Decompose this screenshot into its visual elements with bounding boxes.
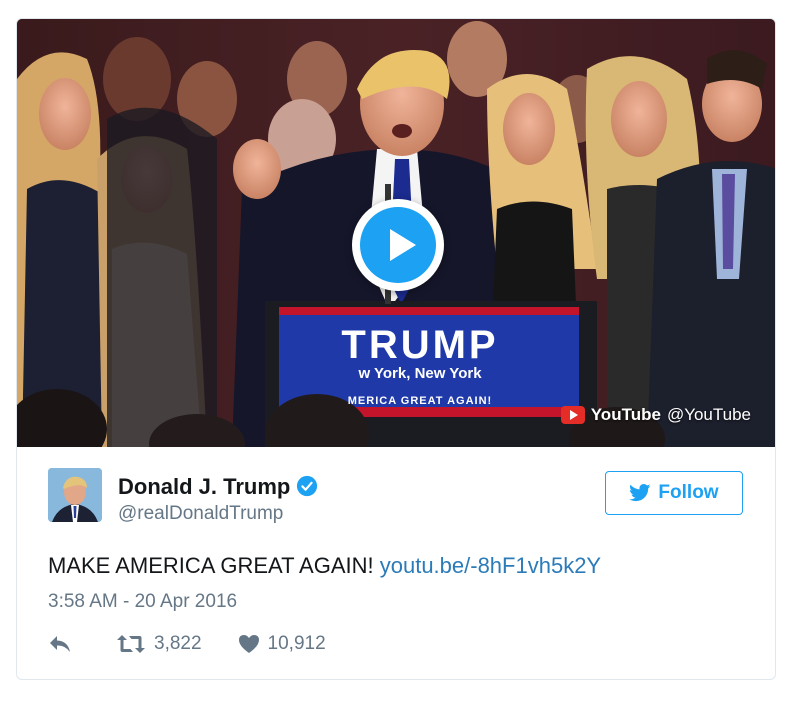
retweet-icon xyxy=(117,635,145,653)
tweet-actions: 3,822 10,912 xyxy=(48,631,326,657)
podium-sign-slogan: MERICA GREAT AGAIN! xyxy=(347,395,493,407)
twitter-bird-icon xyxy=(629,484,651,502)
podium-sign-title: TRUMP xyxy=(341,323,499,367)
tweet-text-body: MAKE AMERICA GREAT AGAIN! xyxy=(48,553,374,578)
youtube-name: YouTube xyxy=(590,405,661,424)
reply-icon xyxy=(50,636,70,652)
author-display-name[interactable]: Donald J. Trump xyxy=(118,474,318,500)
follow-label: Follow xyxy=(658,482,719,503)
tweet-card: TRUMP w York, New York MERICA GREAT AGAI… xyxy=(16,18,776,680)
like-button[interactable]: 10,912 xyxy=(238,633,326,655)
video-thumbnail[interactable]: TRUMP w York, New York MERICA GREAT AGAI… xyxy=(17,19,775,447)
play-button[interactable] xyxy=(352,199,444,291)
follow-button[interactable]: Follow xyxy=(605,471,743,515)
youtube-handle: @YouTube xyxy=(666,405,751,424)
like-count: 10,912 xyxy=(267,633,326,654)
retweet-button[interactable]: 3,822 xyxy=(116,633,202,655)
retweet-count: 3,822 xyxy=(154,633,202,654)
avatar-image xyxy=(48,468,102,522)
heart-icon xyxy=(238,635,259,653)
author-name-text: Donald J. Trump xyxy=(118,474,291,499)
verified-badge-icon xyxy=(297,475,318,497)
youtube-logo-icon xyxy=(560,406,585,424)
podium-sign-location: w York, New York xyxy=(358,365,482,382)
reply-button[interactable] xyxy=(48,634,80,654)
play-icon xyxy=(360,207,436,283)
tweet-timestamp[interactable]: 3:58 AM - 20 Apr 2016 xyxy=(48,591,237,613)
youtube-attribution[interactable]: YouTube @YouTube xyxy=(560,405,751,425)
avatar[interactable] xyxy=(48,468,102,522)
author-handle[interactable]: @realDonaldTrump xyxy=(118,503,283,525)
tweet-link[interactable]: youtu.be/-8hF1vh5k2Y xyxy=(380,553,601,578)
tweet-text: MAKE AMERICA GREAT AGAIN! youtu.be/-8hF1… xyxy=(48,553,601,579)
